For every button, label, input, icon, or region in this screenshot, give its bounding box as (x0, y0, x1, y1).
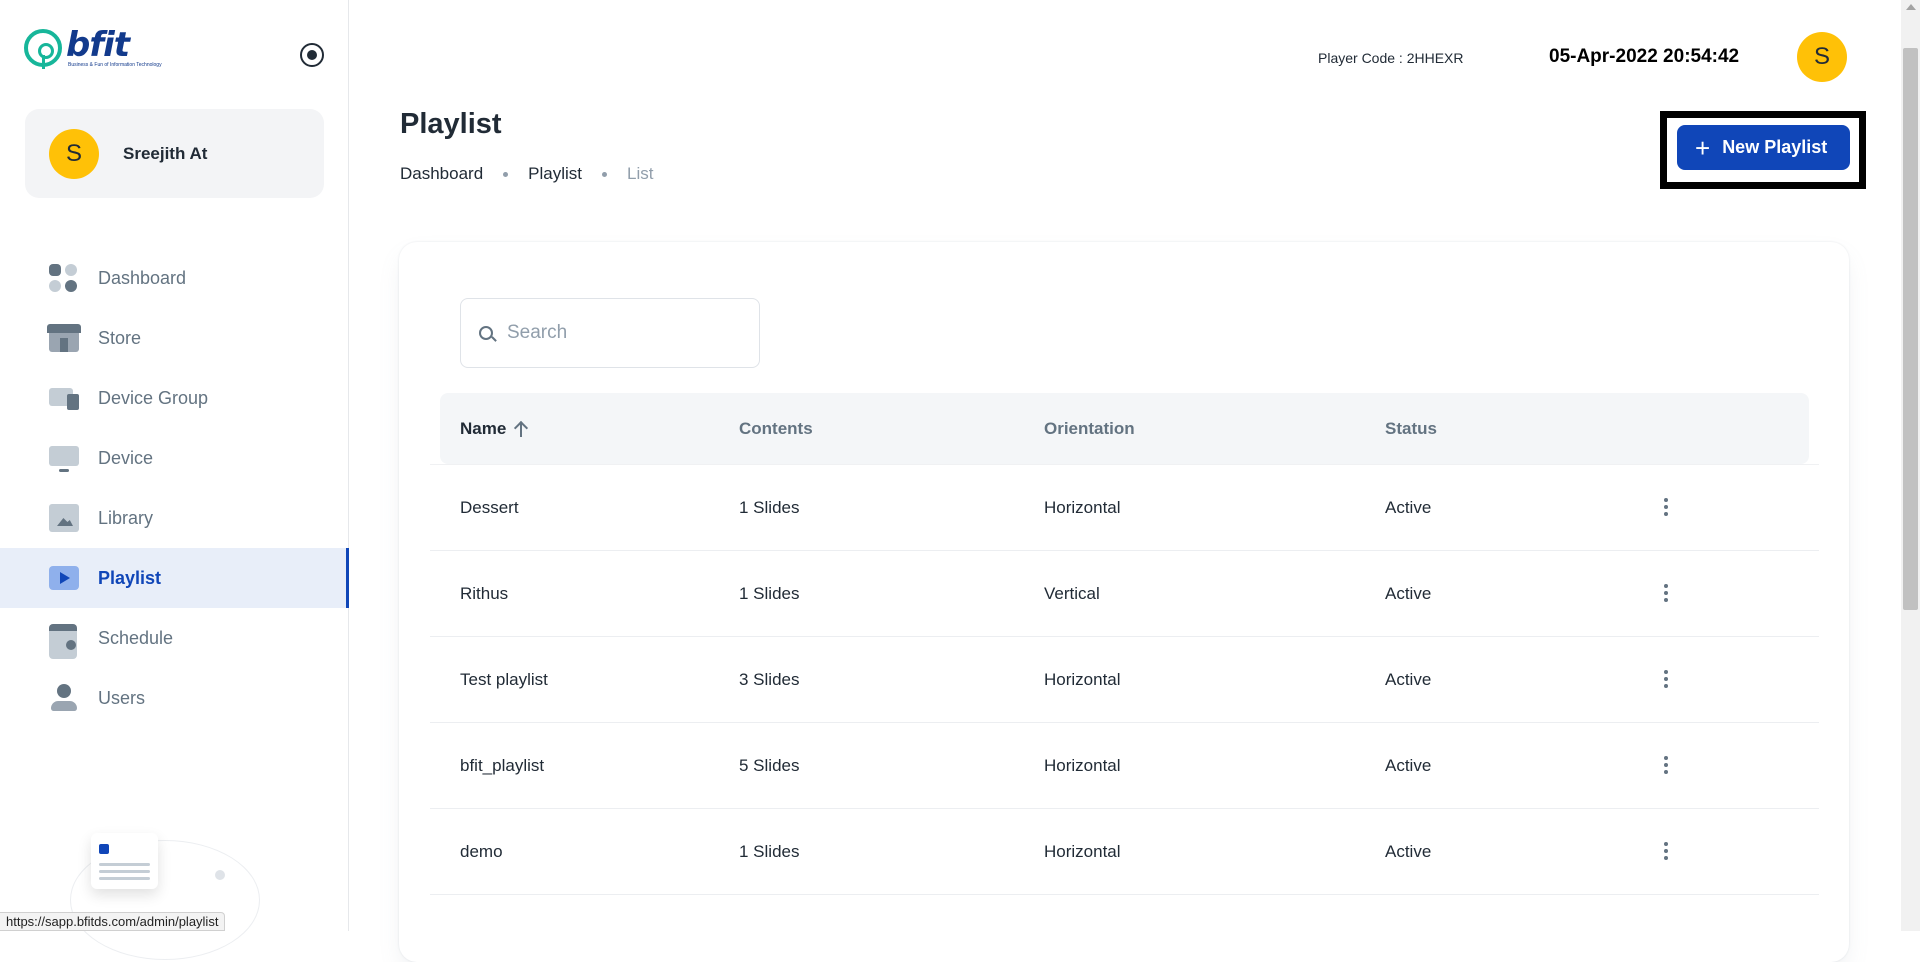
cell-contents: 1 Slides (739, 842, 800, 861)
row-menu-icon[interactable] (1656, 837, 1676, 865)
table-row[interactable]: bfit_playlist 5 Slides Horizontal Active (430, 723, 1819, 809)
document-illustration-icon (91, 833, 158, 889)
cell-name: Dessert (460, 498, 519, 517)
device-icon (49, 444, 79, 472)
cell-status: Active (1385, 584, 1432, 603)
library-icon (49, 504, 79, 532)
bfit-logo[interactable]: bfit Business & Fun of Information Techn… (24, 25, 162, 69)
cell-name: Test playlist (460, 670, 548, 689)
cell-orientation: Horizontal (1044, 498, 1121, 517)
sidebar-collapse-toggle-icon[interactable] (300, 43, 324, 67)
sidebar-item-label: Dashboard (98, 267, 187, 288)
user-name: Sreejith At (123, 143, 208, 163)
current-datetime: 05-Apr-2022 20:54:42 (1549, 46, 1740, 67)
cell-orientation: Horizontal (1044, 670, 1121, 689)
sort-ascending-icon[interactable] (514, 421, 528, 437)
search-icon (479, 326, 493, 340)
sidebar-item-label: Device (98, 447, 154, 468)
table-header: Name Contents Orientation Status (440, 393, 1809, 464)
sidebar-item-users[interactable]: Users (0, 668, 349, 728)
dashboard-icon (49, 264, 79, 292)
table-row[interactable]: Test playlist 3 Slides Horizontal Active (430, 637, 1819, 723)
sidebar-item-label: Store (98, 327, 142, 348)
user-card[interactable]: S Sreejith At (25, 109, 324, 198)
row-menu-icon[interactable] (1656, 751, 1676, 779)
device-group-icon (49, 384, 79, 412)
cell-orientation: Vertical (1044, 584, 1100, 603)
sidebar-item-label: Playlist (98, 567, 162, 588)
row-menu-icon[interactable] (1656, 493, 1676, 521)
new-playlist-button[interactable]: + New Playlist (1677, 125, 1850, 170)
avatar: S (49, 128, 99, 179)
row-menu-icon[interactable] (1656, 579, 1676, 607)
cell-status: Active (1385, 498, 1432, 517)
plus-icon: + (1695, 132, 1711, 163)
sidebar-item-schedule[interactable]: Schedule (0, 608, 349, 668)
column-header-name[interactable]: Name (460, 419, 528, 439)
status-bar-url: https://sapp.bfitds.com/admin/playlist (0, 912, 226, 931)
column-header-contents[interactable]: Contents (739, 419, 813, 439)
breadcrumb-list: List (627, 164, 654, 183)
sidebar-item-label: Library (98, 507, 154, 528)
search-input[interactable] (507, 322, 747, 344)
search-field[interactable] (460, 298, 760, 368)
column-header-orientation[interactable]: Orientation (1044, 419, 1135, 439)
sidebar-item-library[interactable]: Library (0, 488, 349, 548)
player-code: Player Code : 2HHEXR (1318, 50, 1464, 66)
playlist-icon (49, 564, 79, 592)
table-row[interactable]: demo 1 Slides Horizontal Active (430, 809, 1819, 895)
store-icon (47, 324, 81, 352)
cell-contents: 3 Slides (739, 670, 800, 689)
cell-orientation: Horizontal (1044, 842, 1121, 861)
sidebar-item-device[interactable]: Device (0, 428, 349, 488)
breadcrumb-separator (602, 171, 608, 177)
breadcrumb-playlist[interactable]: Playlist (528, 164, 582, 184)
cell-contents: 5 Slides (739, 756, 800, 775)
sidebar-item-store[interactable]: Store (0, 308, 349, 368)
scroll-up-arrow-icon[interactable] (1906, 4, 1916, 10)
sidebar-item-label: Device Group (98, 387, 209, 408)
cell-name: demo (460, 842, 503, 861)
breadcrumb-dashboard[interactable]: Dashboard (400, 164, 483, 184)
cell-name: bfit_playlist (460, 756, 545, 775)
sidebar-nav: Dashboard Store Device Group Device Libr… (0, 248, 349, 728)
cell-name: Rithus (460, 584, 509, 603)
sidebar-item-playlist[interactable]: Playlist (0, 548, 349, 608)
users-icon (49, 684, 79, 712)
table-row[interactable]: Rithus 1 Slides Vertical Active (430, 551, 1819, 637)
schedule-icon (49, 624, 79, 659)
sidebar-item-label: Users (98, 687, 146, 708)
logo-mark-icon (24, 29, 62, 69)
sidebar: bfit Business & Fun of Information Techn… (0, 0, 349, 960)
logo-wordmark: bfit (66, 25, 130, 65)
new-playlist-label: New Playlist (1722, 137, 1828, 157)
row-menu-icon[interactable] (1656, 665, 1676, 693)
breadcrumb: Dashboard Playlist List (400, 164, 654, 184)
breadcrumb-separator (503, 171, 509, 177)
page-title: Playlist (400, 108, 502, 140)
sidebar-item-dashboard[interactable]: Dashboard (0, 248, 349, 308)
decorative-dot (215, 870, 225, 880)
cell-contents: 1 Slides (739, 584, 800, 603)
cell-status: Active (1385, 842, 1432, 861)
sidebar-item-device-group[interactable]: Device Group (0, 368, 349, 428)
column-header-status[interactable]: Status (1385, 419, 1437, 439)
scrollbar-thumb[interactable] (1903, 48, 1918, 610)
sidebar-item-label: Schedule (98, 627, 174, 648)
logo-tagline: Business & Fun of Information Technology (68, 62, 162, 68)
account-avatar[interactable]: S (1797, 32, 1847, 82)
cell-contents: 1 Slides (739, 498, 800, 517)
cell-status: Active (1385, 756, 1432, 775)
cell-orientation: Horizontal (1044, 756, 1121, 775)
column-header-label: Name (460, 419, 507, 438)
cell-status: Active (1385, 670, 1432, 689)
table-row[interactable]: Dessert 1 Slides Horizontal Active (430, 465, 1819, 551)
